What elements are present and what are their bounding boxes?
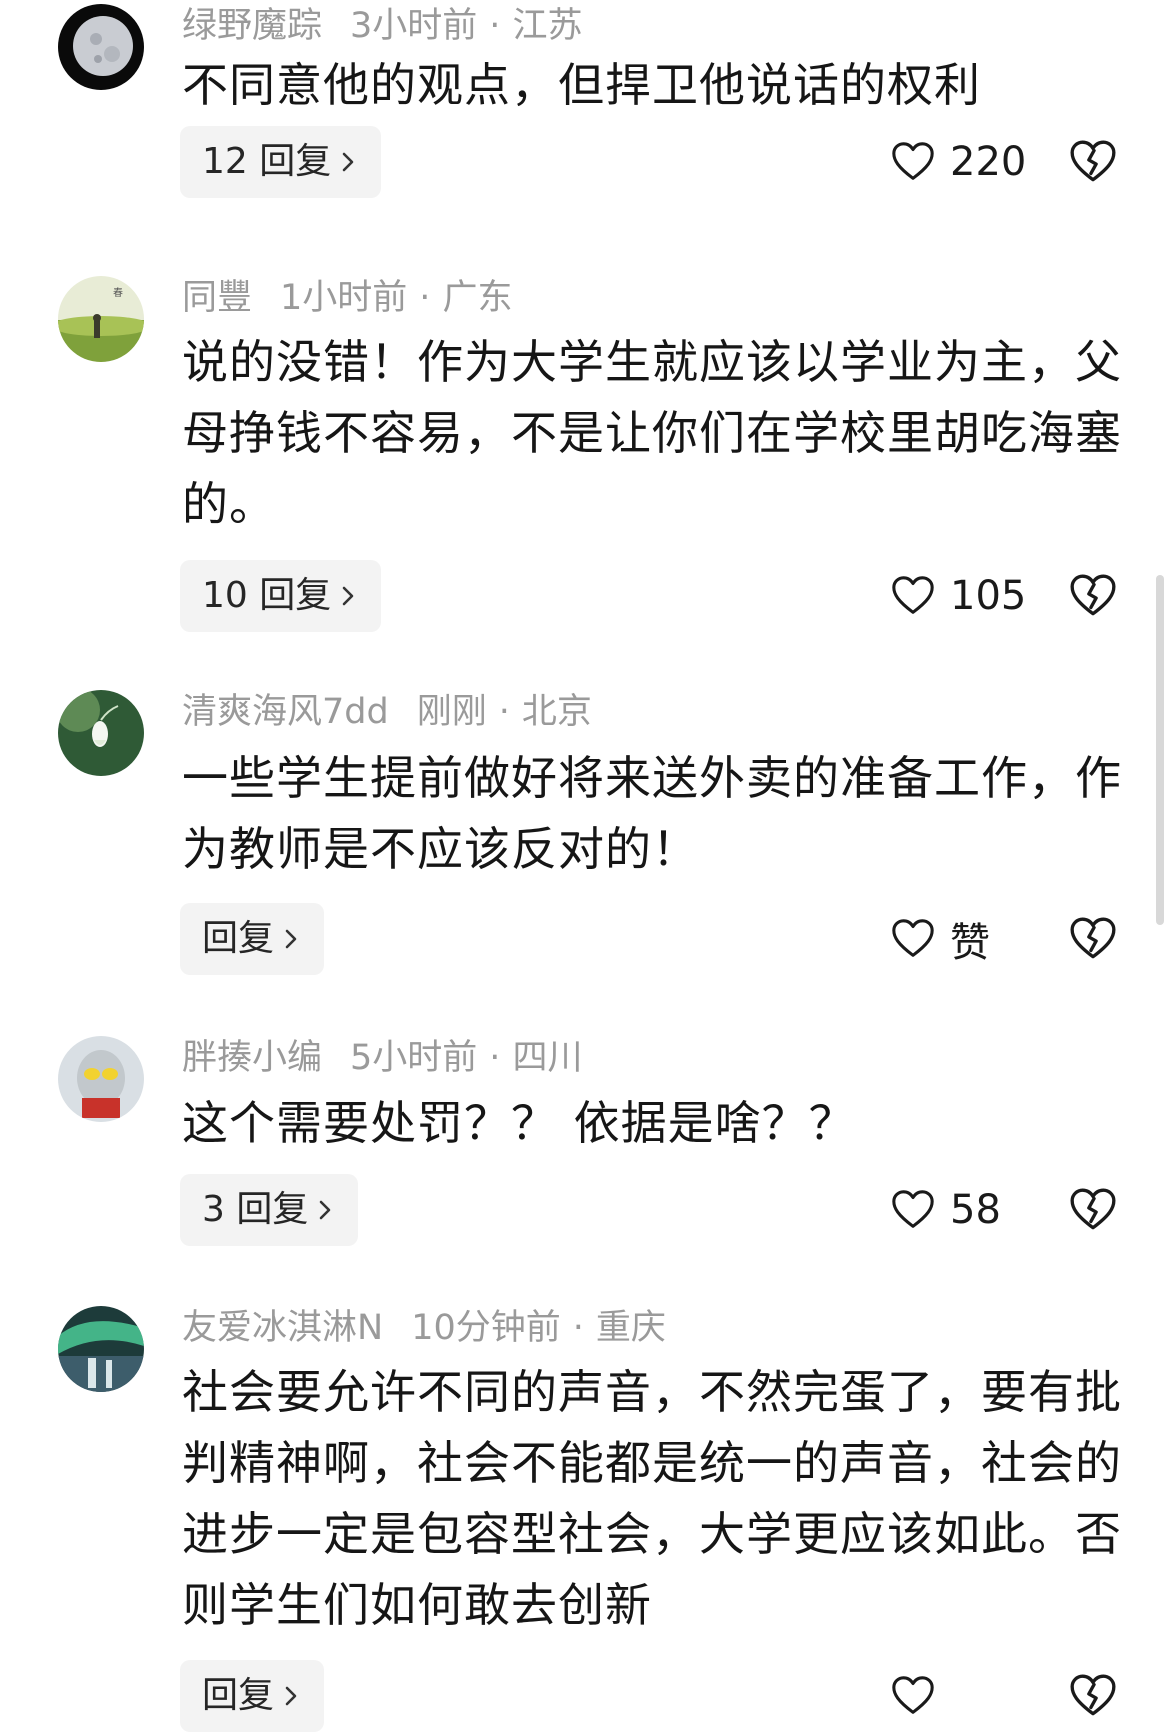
dislike-button[interactable]	[1068, 1174, 1118, 1246]
avatar[interactable]	[58, 4, 144, 90]
dislike-button[interactable]	[1068, 903, 1118, 975]
reply-label: 10 回复	[202, 575, 332, 616]
comment-meta: 同豐 1小时前 · 广东	[182, 276, 512, 320]
location: 广东	[442, 278, 513, 318]
heart-icon	[890, 573, 936, 619]
timestamp: 1小时前	[280, 278, 408, 318]
location: 重庆	[595, 1308, 666, 1348]
dislike-button[interactable]	[1068, 126, 1118, 198]
chevron-right-icon	[280, 928, 302, 950]
dislike-button[interactable]	[1068, 560, 1118, 632]
scrollbar[interactable]	[1156, 575, 1164, 925]
reply-label: 回复	[202, 1675, 275, 1716]
chevron-right-icon	[280, 1685, 302, 1707]
username[interactable]: 绿野魔踪	[182, 6, 322, 46]
heart-icon	[890, 916, 936, 962]
avatar[interactable]	[58, 1306, 144, 1392]
aurora-avatar-icon	[58, 1306, 144, 1392]
flower-avatar-icon	[58, 690, 144, 776]
like-button[interactable]: 105	[890, 560, 1026, 632]
view-replies-button[interactable]: 10 回复	[180, 560, 382, 632]
separator-dot: ·	[489, 6, 501, 46]
separator-dot: ·	[498, 692, 510, 732]
like-button[interactable]: 220	[890, 126, 1026, 198]
reply-label: 12 回复	[202, 141, 332, 182]
heart-icon	[890, 1187, 936, 1233]
username[interactable]: 清爽海风7dd	[182, 692, 389, 732]
location: 江苏	[512, 6, 583, 46]
dislike-button[interactable]	[1068, 1660, 1118, 1732]
avatar[interactable]: 春	[58, 276, 144, 362]
timestamp: 刚刚	[416, 692, 487, 732]
separator-dot: ·	[419, 278, 431, 318]
username[interactable]: 胖揍小编	[182, 1038, 322, 1078]
reply-label: 回复	[202, 918, 275, 959]
separator-dot: ·	[572, 1308, 584, 1348]
view-replies-button[interactable]: 3 回复	[180, 1174, 359, 1246]
like-button[interactable]: 58	[890, 1174, 1001, 1246]
like-button[interactable]: 赞	[890, 903, 990, 975]
reply-button[interactable]: 回复	[180, 903, 325, 975]
comment-text: 一些学生提前做好将来送外卖的准备工作，作为教师是不应该反对的！	[182, 751, 1122, 876]
comment-meta: 绿野魔踪 3小时前 · 江苏	[182, 4, 582, 48]
timestamp: 5小时前	[350, 1038, 478, 1078]
ultraman-avatar-icon	[58, 1036, 144, 1122]
location: 四川	[512, 1038, 583, 1078]
username[interactable]: 同豐	[182, 278, 252, 318]
broken-heart-icon	[1070, 140, 1116, 182]
location: 北京	[521, 692, 592, 732]
comment-text: 社会要允许不同的声音，不然完蛋了，要有批判精神啊，社会不能都是统一的声音，社会的…	[182, 1365, 1122, 1632]
reply-button[interactable]: 回复	[180, 1660, 325, 1732]
like-button[interactable]	[890, 1660, 950, 1732]
broken-heart-icon	[1070, 1674, 1116, 1716]
like-count: 赞	[950, 920, 990, 966]
heart-icon	[890, 1673, 936, 1719]
like-count: 105	[950, 573, 1027, 619]
landscape-avatar-icon: 春	[58, 276, 144, 362]
comment-text: 这个需要处罚？？ 依据是啥？？	[182, 1096, 856, 1150]
chevron-right-icon	[337, 151, 359, 173]
like-count: 220	[950, 139, 1027, 185]
like-count: 58	[950, 1187, 1001, 1233]
broken-heart-icon	[1070, 574, 1116, 616]
view-replies-button[interactable]: 12 回复	[180, 126, 382, 198]
comment-meta: 胖揍小编 5小时前 · 四川	[182, 1036, 582, 1080]
moon-avatar-icon	[58, 4, 144, 90]
timestamp: 10分钟前	[411, 1308, 561, 1348]
avatar[interactable]	[58, 690, 144, 776]
comment-meta: 友爱冰淇淋N 10分钟前 · 重庆	[182, 1306, 666, 1350]
username[interactable]: 友爱冰淇淋N	[182, 1308, 383, 1348]
broken-heart-icon	[1070, 1188, 1116, 1230]
reply-label: 3 回复	[202, 1189, 309, 1230]
heart-icon	[890, 139, 936, 185]
chevron-right-icon	[337, 585, 359, 607]
comment-meta: 清爽海风7dd 刚刚 · 北京	[182, 690, 592, 734]
avatar[interactable]	[58, 1036, 144, 1122]
comment-text: 说的没错！作为大学生就应该以学业为主，父母挣钱不容易，不是让你们在学校里胡吃海塞…	[182, 335, 1122, 531]
chevron-right-icon	[314, 1199, 336, 1221]
svg-text:春: 春	[113, 287, 123, 299]
separator-dot: ·	[489, 1038, 501, 1078]
broken-heart-icon	[1070, 917, 1116, 959]
timestamp: 3小时前	[350, 6, 478, 46]
comment-text: 不同意他的观点，但捍卫他说话的权利	[182, 58, 981, 112]
